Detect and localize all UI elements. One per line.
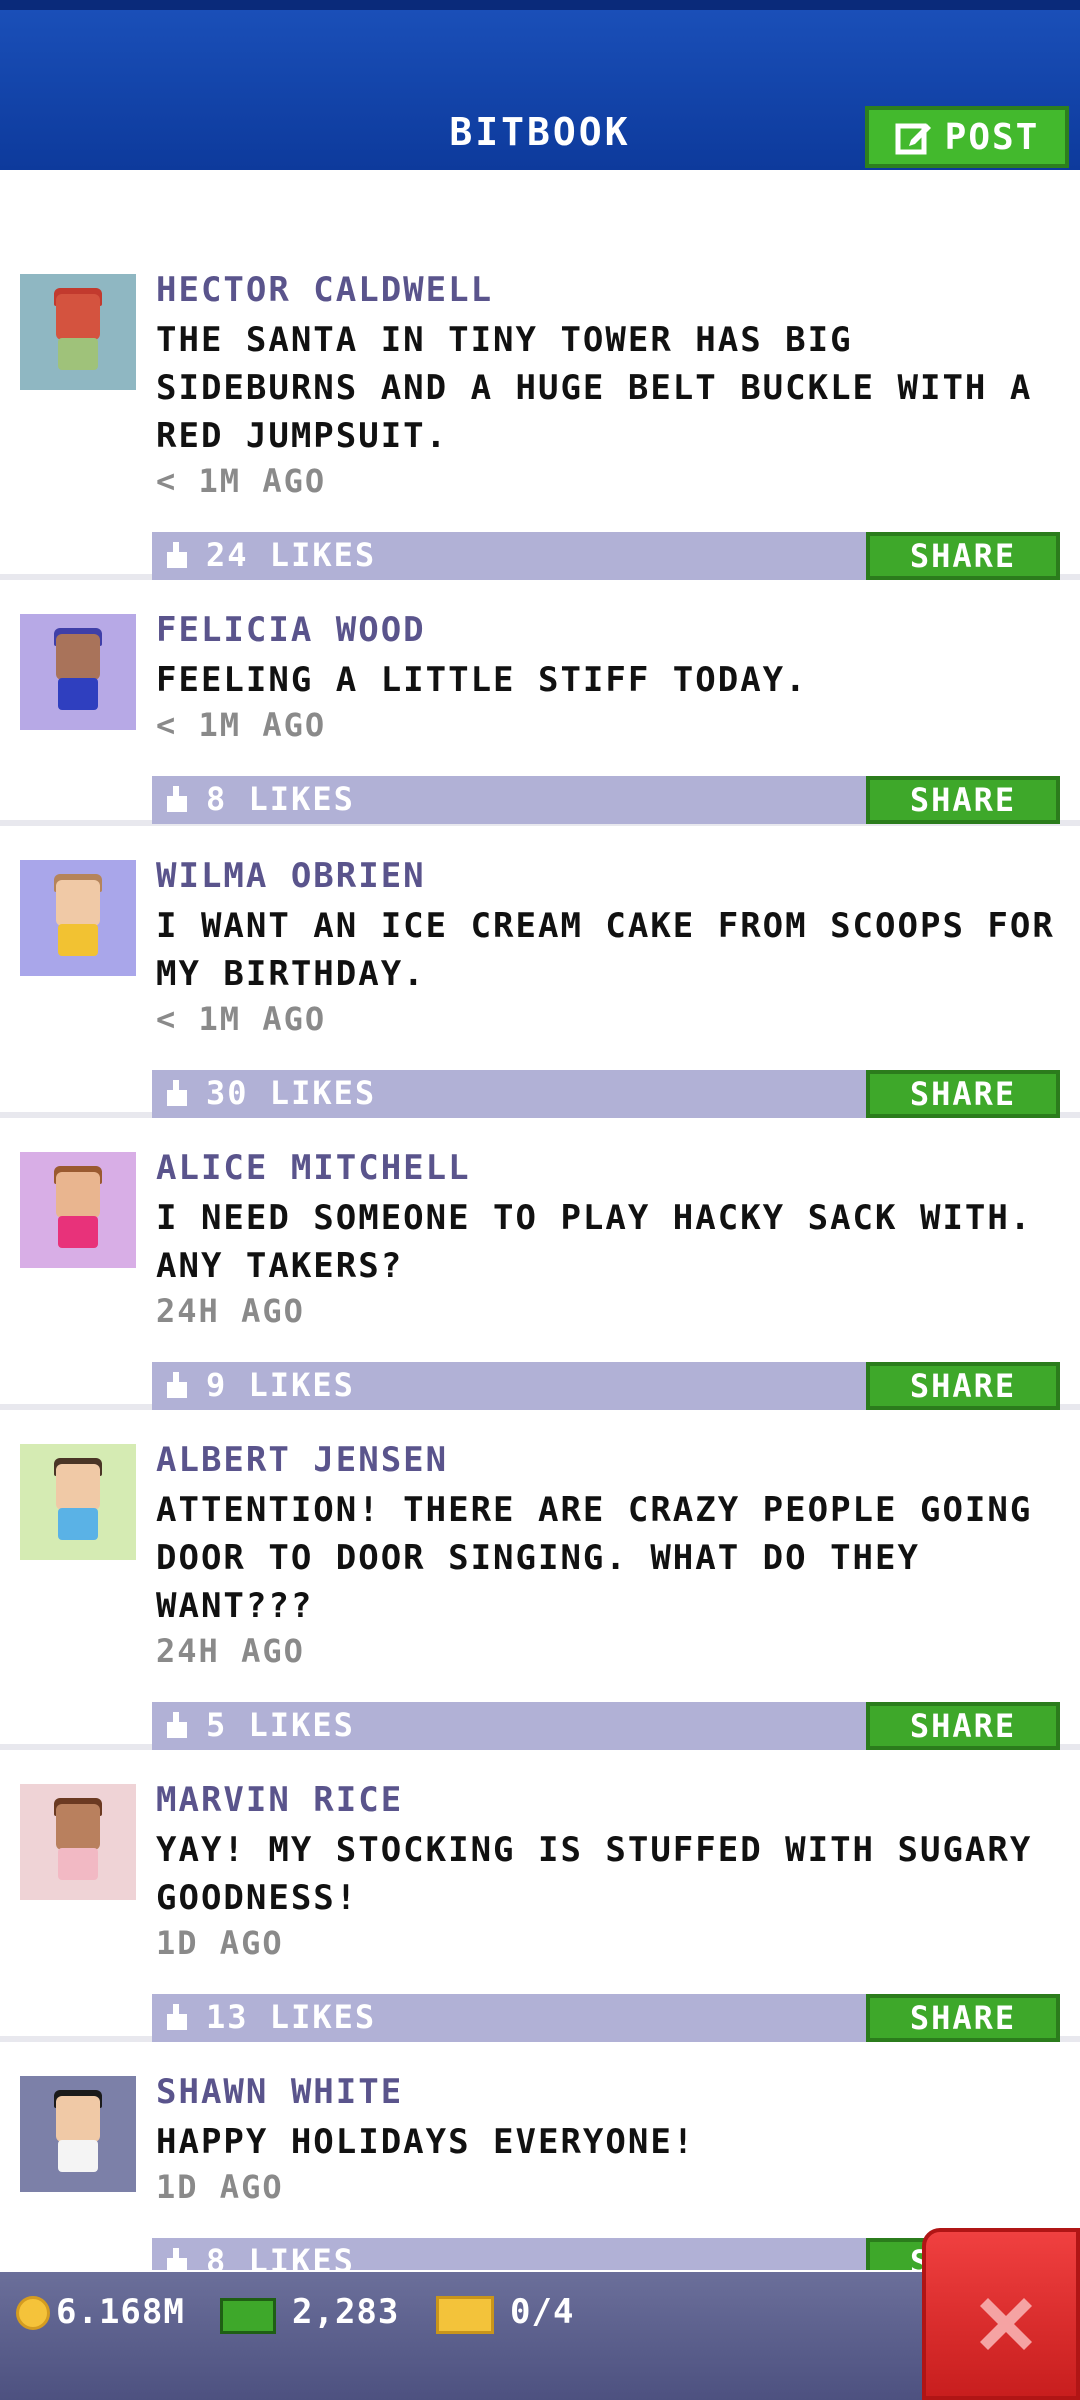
likes-bar: 13 LIKES SHARE [152,1994,1060,2042]
post-message: YAY! MY STOCKING IS STUFFED WITH SUGARY … [156,1830,1033,1918]
avatar[interactable] [20,274,136,390]
close-button[interactable] [922,2228,1080,2400]
feed-post: MARVIN RICE YAY! MY STOCKING IS STUFFED … [0,1750,1080,2042]
avatar-body [58,1848,98,1880]
share-button[interactable]: SHARE [866,1070,1060,1118]
likes-count: 13 LIKES [206,1998,377,2036]
avatar-body [58,2140,98,2172]
avatar-body [58,1508,98,1540]
tickets-value: 0/4 [510,2292,575,2332]
close-icon [980,2298,1032,2350]
feed-post: FELICIA WOOD FEELING A LITTLE STIFF TODA… [0,580,1080,826]
avatar-head [56,634,100,680]
avatar-body [58,1216,98,1248]
avatar[interactable] [20,860,136,976]
coins-value: 6.168M [56,2292,185,2332]
post-time: < 1M AGO [156,1000,327,1038]
avatar[interactable] [20,614,136,730]
likes-count: 24 LIKES [206,536,377,574]
likes-bar: 24 LIKES SHARE [152,532,1060,580]
avatar[interactable] [20,1152,136,1268]
share-button[interactable]: SHARE [866,1994,1060,2042]
poster-name[interactable]: MARVIN RICE [156,1780,403,1820]
feed-post: ALICE MITCHELL I NEED SOMEONE TO PLAY HA… [0,1118,1080,1410]
likes-count: 9 LIKES [206,1366,355,1404]
likes-count: 8 LIKES [206,780,355,818]
post-message: THE SANTA IN TINY TOWER HAS BIG SIDEBURN… [156,320,1033,456]
post-message: I WANT AN ICE CREAM CAKE FROM SCOOPS FOR… [156,906,1055,994]
feed-post: ALBERT JENSEN ATTENTION! THERE ARE CRAZY… [0,1410,1080,1750]
post-time: < 1M AGO [156,462,327,500]
status-bar: 6.168M 2,283 0/4 [0,2272,1080,2400]
app-header: BITBOOK POST [0,0,1080,170]
likes-count: 30 LIKES [206,1074,377,1112]
poster-name[interactable]: ALICE MITCHELL [156,1148,471,1188]
post-time: < 1M AGO [156,706,327,744]
avatar-body [58,678,98,710]
poster-name[interactable]: HECTOR CALDWELL [156,270,493,310]
share-button[interactable]: SHARE [866,776,1060,824]
likes-bar: 8 LIKES SHARE [152,776,1060,824]
like-icon [167,1372,187,1398]
post-button[interactable]: POST [865,106,1069,168]
feed-list[interactable]: HECTOR CALDWELL THE SANTA IN TINY TOWER … [0,240,1080,2270]
avatar[interactable] [20,1784,136,1900]
avatar-head [56,294,100,340]
poster-name[interactable]: ALBERT JENSEN [156,1440,448,1480]
avatar-body [58,338,98,370]
like-icon [167,542,187,568]
avatar-head [56,1804,100,1850]
post-message: ATTENTION! THERE ARE CRAZY PEOPLE GOING … [156,1490,1033,1626]
avatar-body [58,924,98,956]
post-time: 1D AGO [156,2168,284,2206]
poster-name[interactable]: SHAWN WHITE [156,2072,403,2112]
feed-post: SHAWN WHITE HAPPY HOLIDAYS EVERYONE! 1D … [0,2042,1080,2270]
avatar[interactable] [20,1444,136,1560]
avatar-head [56,880,100,926]
post-time: 24H AGO [156,1292,305,1330]
poster-name[interactable]: FELICIA WOOD [156,610,426,650]
post-time: 1D AGO [156,1924,284,1962]
likes-count: 5 LIKES [206,1706,355,1744]
bux-value: 2,283 [292,2292,400,2332]
poster-name[interactable]: WILMA OBRIEN [156,856,426,896]
edit-icon [895,123,931,155]
coin-icon [16,2296,50,2330]
post-message: I NEED SOMEONE TO PLAY HACKY SACK WITH. … [156,1198,1033,1286]
post-message: FEELING A LITTLE STIFF TODAY. [156,660,808,700]
avatar-head [56,1464,100,1510]
likes-bar: 30 LIKES SHARE [152,1070,1060,1118]
feed-post: WILMA OBRIEN I WANT AN ICE CREAM CAKE FR… [0,826,1080,1118]
share-button[interactable]: SHARE [866,1362,1060,1410]
like-icon [167,786,187,812]
like-icon [167,2004,187,2030]
bux-icon [220,2298,276,2334]
avatar-head [56,2096,100,2142]
post-message: HAPPY HOLIDAYS EVERYONE! [156,2122,696,2162]
likes-bar: 5 LIKES SHARE [152,1702,1060,1750]
like-icon [167,1712,187,1738]
post-time: 24H AGO [156,1632,305,1670]
like-icon [167,2248,187,2270]
share-button[interactable]: SHARE [866,1702,1060,1750]
avatar-head [56,1172,100,1218]
feed-post: HECTOR CALDWELL THE SANTA IN TINY TOWER … [0,240,1080,580]
share-button[interactable]: SHARE [866,532,1060,580]
avatar[interactable] [20,2076,136,2192]
post-button-label: POST [944,116,1040,158]
likes-count: 8 LIKES [206,2242,355,2270]
ticket-icon [436,2296,494,2334]
likes-bar: 9 LIKES SHARE [152,1362,1060,1410]
like-icon [167,1080,187,1106]
